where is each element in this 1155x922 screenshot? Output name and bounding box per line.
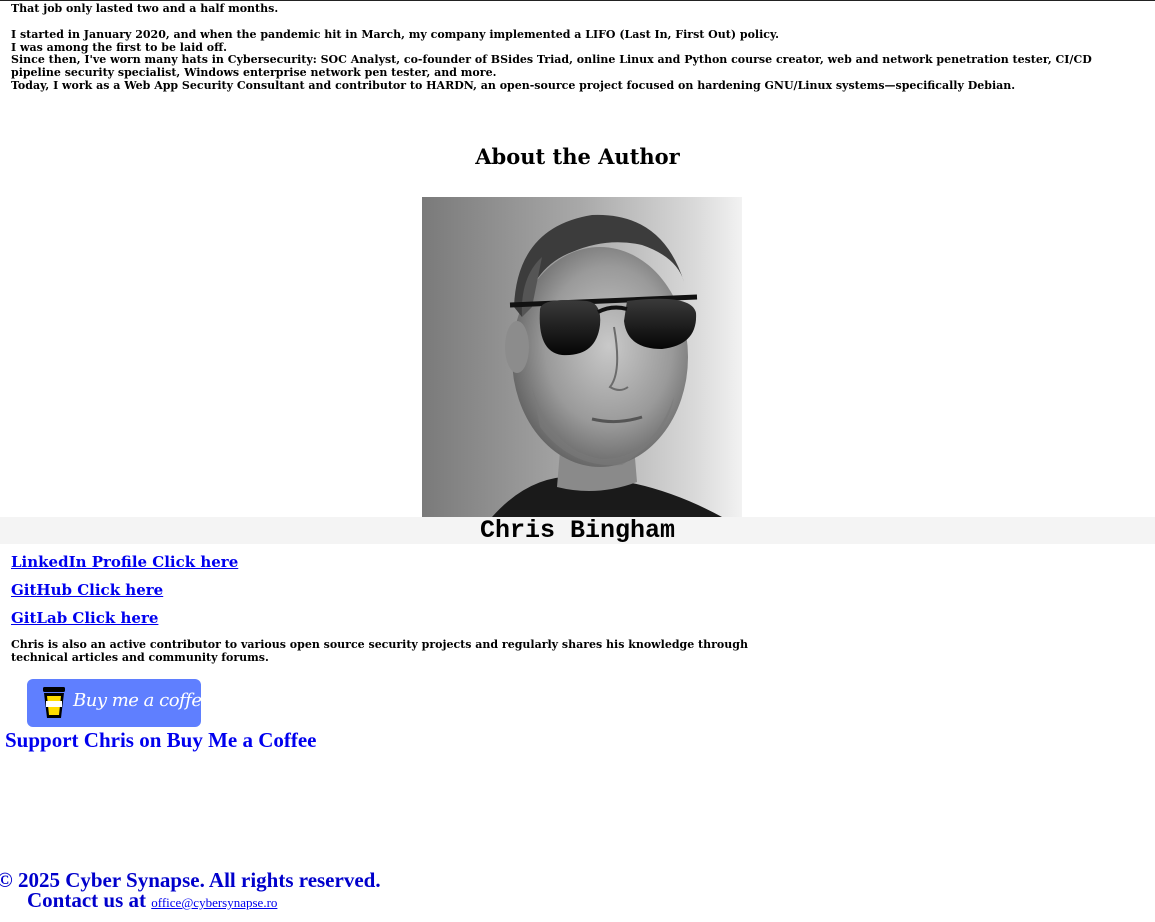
footer-contact: Contact us at office@cybersynapse.ro — [27, 888, 277, 913]
buy-me-a-coffee-button[interactable]: Buy me a coffee — [27, 679, 212, 727]
story-line: I started in January 2020, and when the … — [11, 27, 779, 41]
contact-email-link[interactable]: office@cybersynapse.ro — [151, 895, 277, 910]
story-line: Today, I work as a Web App Security Cons… — [11, 78, 1016, 92]
github-link[interactable]: GitHub Click here — [11, 581, 163, 599]
author-portrait — [422, 197, 742, 517]
coffee-cup-icon — [40, 686, 68, 725]
support-link[interactable]: Support Chris on Buy Me a Coffee — [5, 728, 317, 753]
about-heading: About the Author — [475, 144, 680, 169]
gitlab-link[interactable]: GitLab Click here — [11, 609, 158, 627]
linkedin-link[interactable]: LinkedIn Profile Click here — [11, 553, 238, 571]
story-spacer — [11, 16, 1155, 29]
story-section: That job only lasted two and a half mont… — [11, 3, 1155, 93]
buy-me-a-coffee-label: Buy me a coffee — [73, 690, 212, 711]
author-bio: Chris is also an active contributor to v… — [11, 638, 748, 664]
author-name: Chris Bingham — [0, 517, 1155, 544]
story-line: That job only lasted two and a half mont… — [11, 3, 279, 15]
contact-label: Contact us at — [27, 888, 146, 912]
top-divider — [0, 0, 1155, 1]
